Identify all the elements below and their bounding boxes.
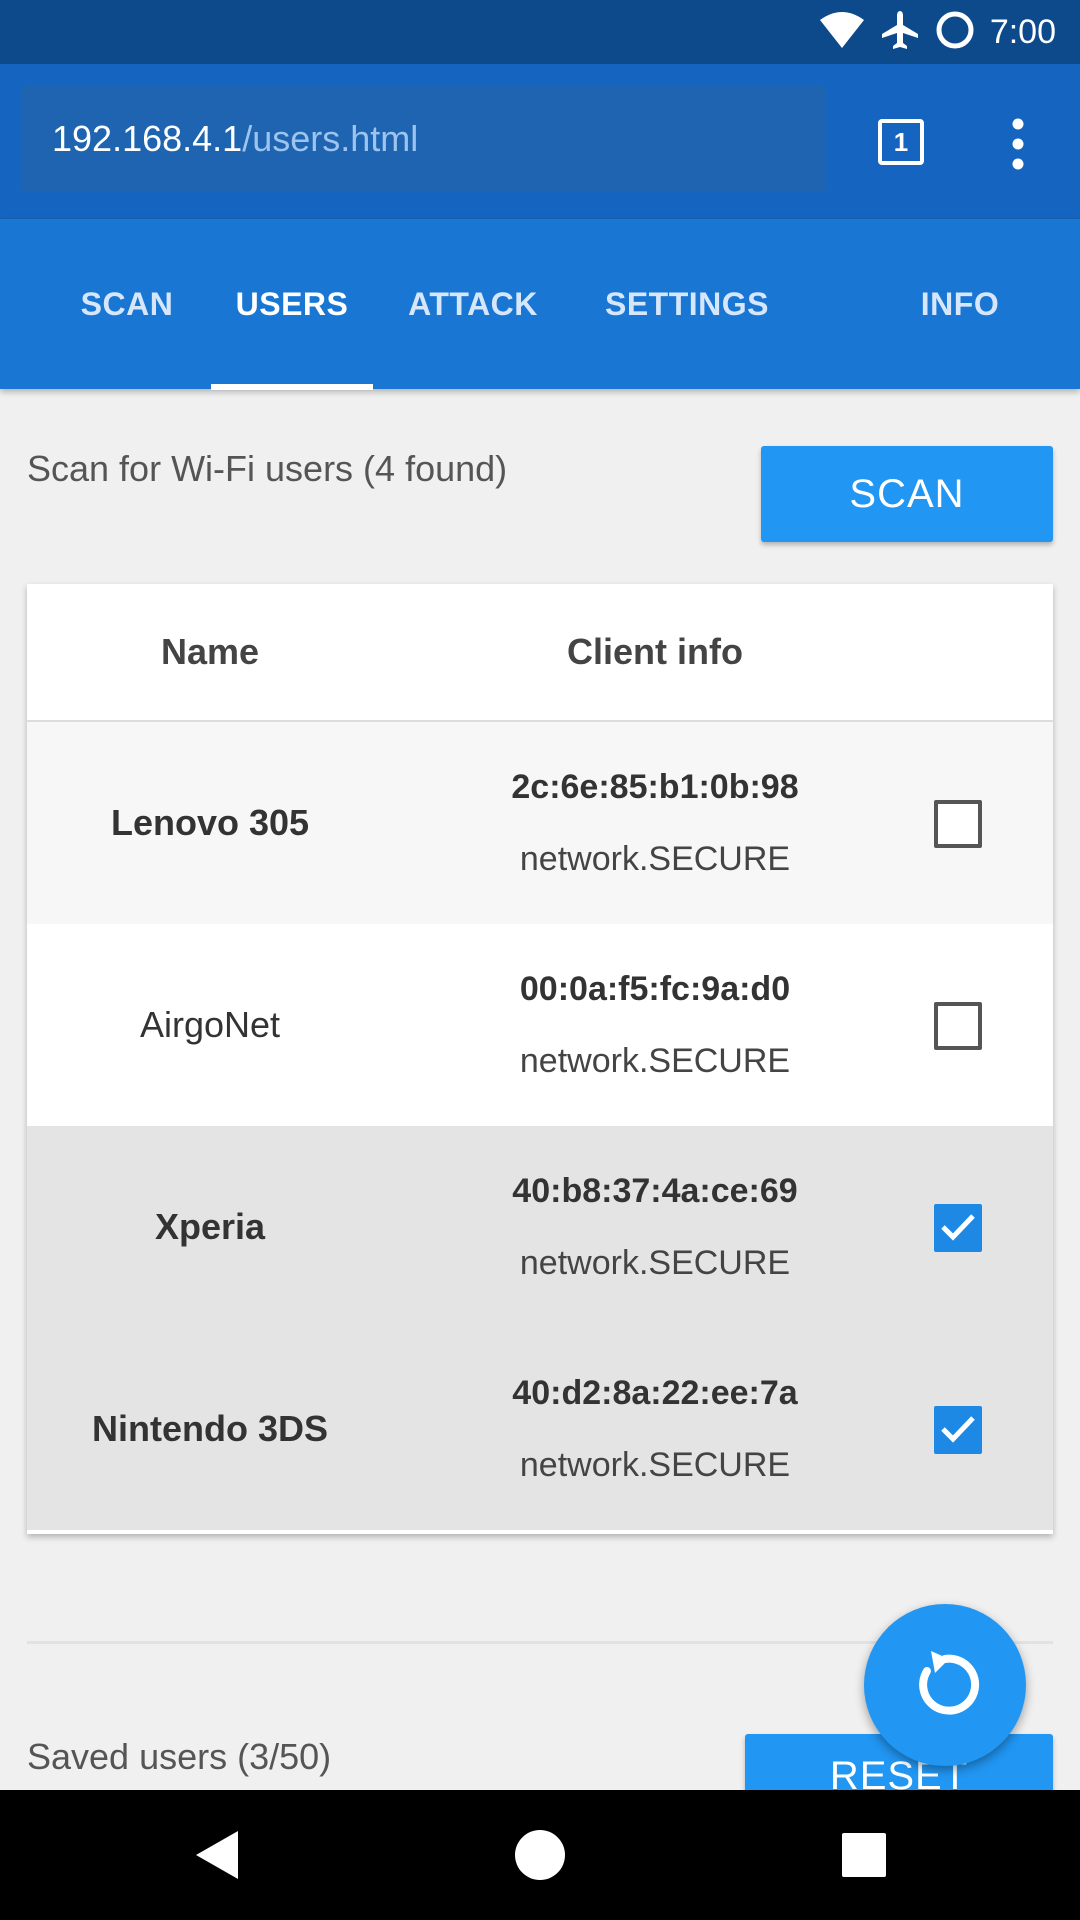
select-checkbox[interactable] xyxy=(934,1204,982,1252)
tab-attack[interactable]: ATTACK xyxy=(398,219,548,389)
tab-scan[interactable]: SCAN xyxy=(62,219,192,389)
client-info: 00:0a:f5:fc:9a:d0 network.SECURE xyxy=(447,924,863,1126)
select-checkbox[interactable] xyxy=(934,1002,982,1050)
client-info: 40:b8:37:4a:ce:69 network.SECURE xyxy=(447,1126,863,1328)
network-label: network.SECURE xyxy=(519,1446,791,1484)
mac-address: 40:d2:8a:22:ee:7a xyxy=(512,1374,798,1412)
table-header: Name Client info xyxy=(27,584,1053,722)
check-icon xyxy=(941,1416,975,1443)
sync-circle-icon xyxy=(934,9,976,56)
url-bar[interactable]: 192.168.4.1/users.html xyxy=(22,86,826,192)
mac-address: 00:0a:f5:fc:9a:d0 xyxy=(519,970,791,1008)
url-path: /users.html xyxy=(242,118,419,159)
tab-count: 1 xyxy=(893,126,909,157)
mac-address: 2c:6e:85:b1:0b:98 xyxy=(511,768,799,806)
table-row[interactable]: Lenovo 305 2c:6e:85:b1:0b:98 network.SEC… xyxy=(27,722,1053,924)
users-table: Name Client info Lenovo 305 2c:6e:85:b1:… xyxy=(27,584,1053,1534)
scan-button[interactable]: SCAN xyxy=(761,446,1053,542)
column-header-client-info: Client info xyxy=(567,631,743,672)
select-checkbox[interactable] xyxy=(934,1406,982,1454)
refresh-fab[interactable] xyxy=(864,1604,1026,1766)
url-host: 192.168.4.1 xyxy=(52,118,243,159)
back-icon[interactable] xyxy=(182,1820,252,1890)
browser-toolbar: 192.168.4.1/users.html 1 xyxy=(0,64,1080,218)
user-name: Nintendo 3DS xyxy=(91,1408,328,1449)
scan-description: Scan for Wi-Fi users (4 found) xyxy=(27,448,508,489)
check-icon xyxy=(941,1214,975,1241)
table-row[interactable]: AirgoNet 00:0a:f5:fc:9a:d0 network.SECUR… xyxy=(27,924,1053,1126)
home-icon[interactable] xyxy=(505,1820,575,1890)
saved-users-description: Saved users (3/50) xyxy=(27,1736,332,1777)
user-name: Lenovo 305 xyxy=(110,802,310,843)
user-name: Xperia xyxy=(154,1206,266,1247)
select-checkbox[interactable] xyxy=(934,800,982,848)
mac-address: 40:b8:37:4a:ce:69 xyxy=(512,1172,798,1210)
network-label: network.SECURE xyxy=(519,1042,791,1080)
active-tab-indicator xyxy=(211,384,373,390)
airplane-icon xyxy=(880,9,920,56)
tab-switcher-button[interactable]: 1 xyxy=(878,119,924,165)
refresh-icon xyxy=(919,1651,980,1715)
overflow-menu-icon[interactable] xyxy=(1000,116,1036,172)
client-info: 2c:6e:85:b1:0b:98 network.SECURE xyxy=(447,722,863,924)
tab-bar: SCAN USERS ATTACK SETTINGS INFO xyxy=(0,218,1080,390)
user-name: AirgoNet xyxy=(139,1004,281,1045)
column-header-name: Name xyxy=(160,631,260,672)
table-row[interactable]: Xperia 40:b8:37:4a:ce:69 network.SECURE xyxy=(27,1126,1053,1328)
table-row[interactable]: Nintendo 3DS 40:d2:8a:22:ee:7a network.S… xyxy=(27,1328,1053,1530)
clock: 7:00 xyxy=(989,12,1056,51)
client-info: 40:d2:8a:22:ee:7a network.SECURE xyxy=(447,1328,863,1530)
status-icons: 7:00 xyxy=(818,8,1056,56)
tab-users[interactable]: USERS xyxy=(211,219,373,389)
recents-icon[interactable] xyxy=(829,1820,899,1890)
network-label: network.SECURE xyxy=(519,840,791,878)
tab-info[interactable]: INFO xyxy=(900,219,1020,389)
status-bar: 7:00 xyxy=(0,0,1080,64)
network-label: network.SECURE xyxy=(519,1244,791,1282)
system-navigation-bar xyxy=(0,1790,1080,1920)
wifi-icon xyxy=(818,10,866,55)
tab-settings[interactable]: SETTINGS xyxy=(592,219,782,389)
